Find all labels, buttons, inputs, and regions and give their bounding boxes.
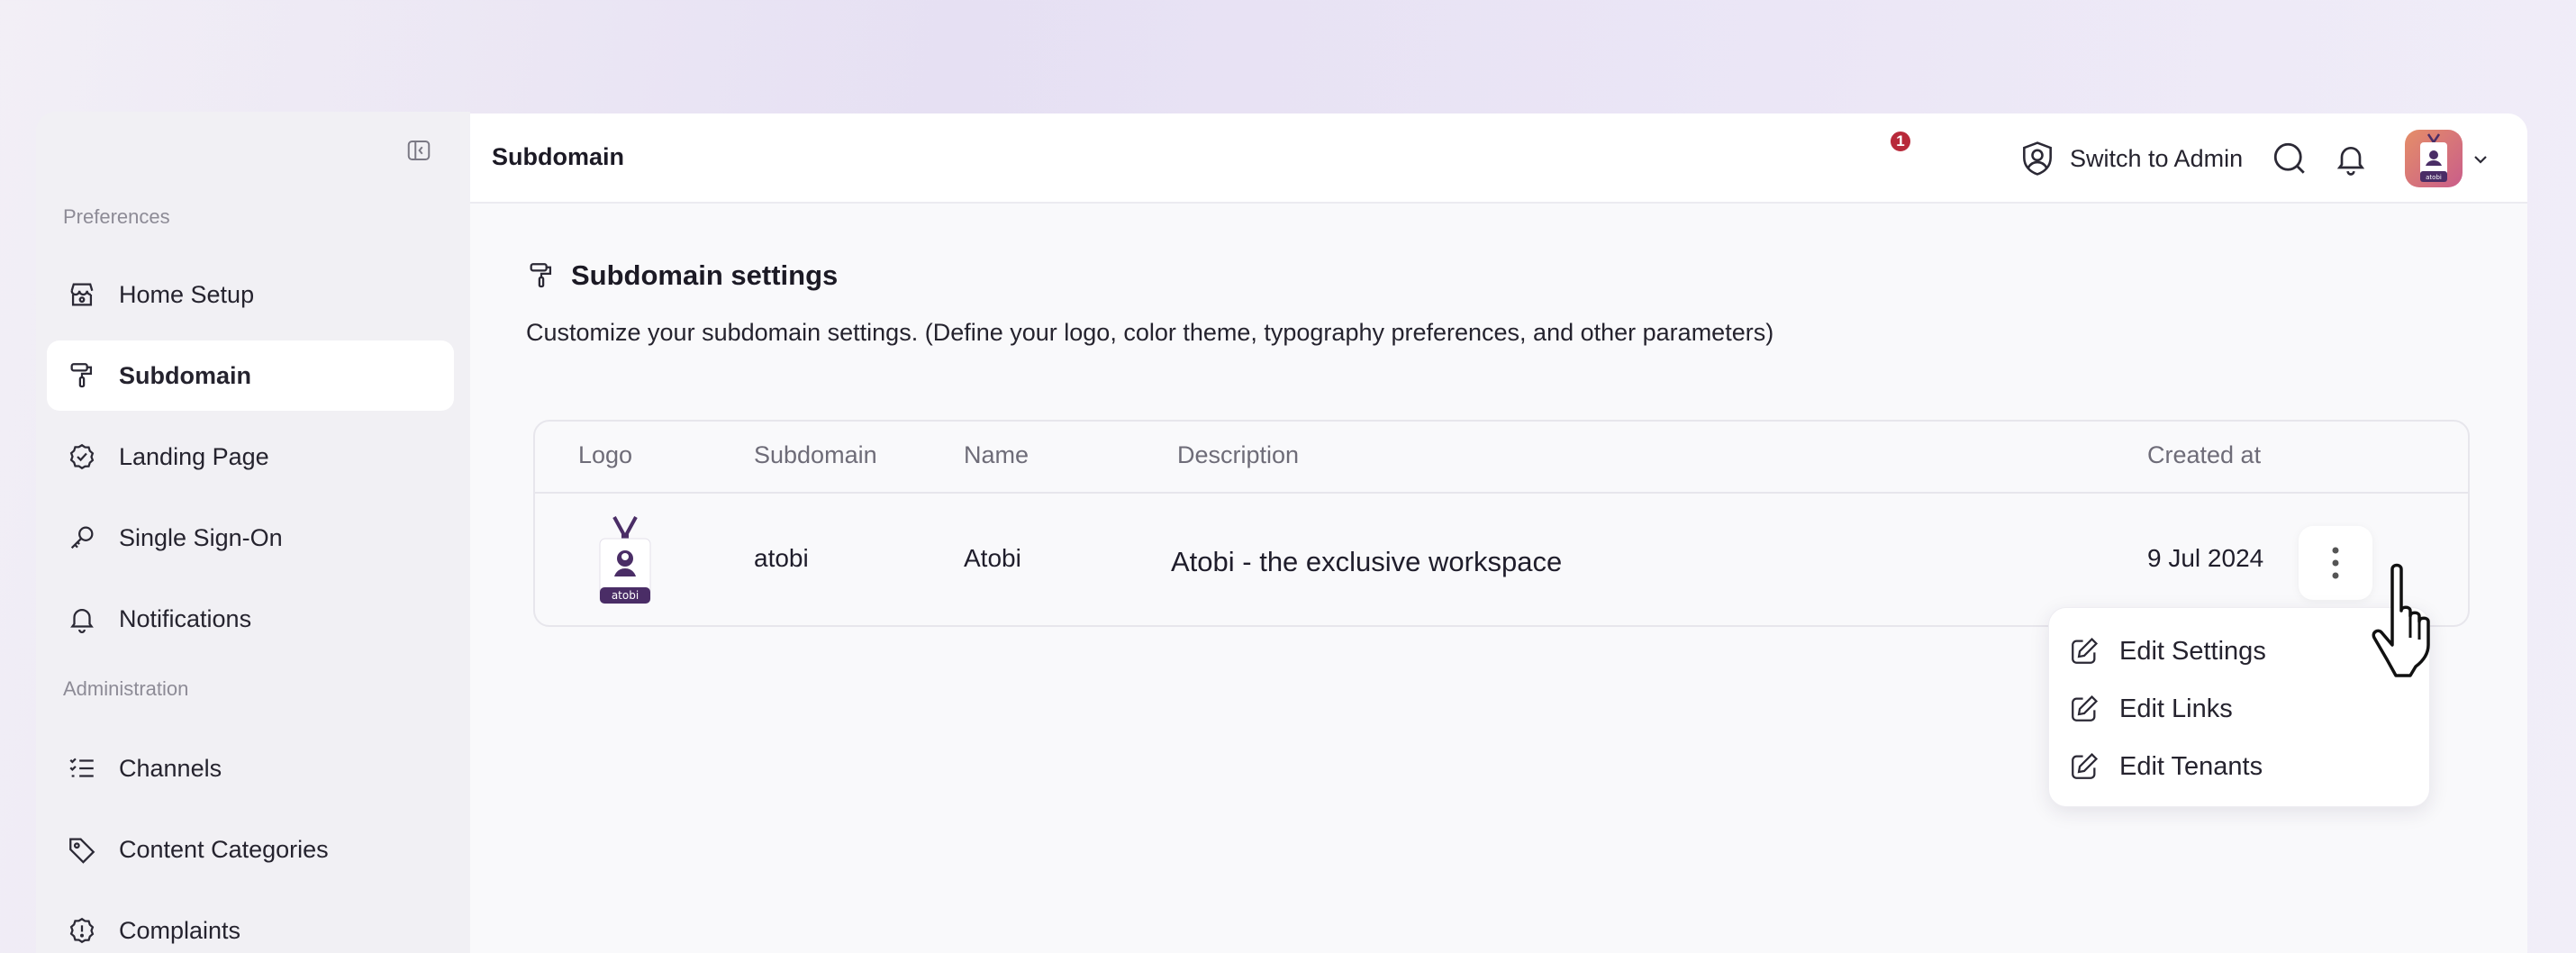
search-button[interactable] (2270, 139, 2309, 178)
page-title: Subdomain (492, 143, 624, 170)
svg-text:atobi: atobi (612, 589, 639, 602)
atobi-badge-logo: atobi (599, 516, 651, 604)
switch-to-admin-button[interactable]: Switch to Admin (2018, 137, 2243, 180)
edit-icon (2072, 694, 2099, 722)
menu-item-edit-links[interactable]: Edit Links (2069, 682, 2411, 736)
cell-name: Atobi (964, 544, 1021, 572)
sidebar-item-subdomain[interactable]: Subdomain (47, 340, 454, 411)
cell-description: Atobi - the exclusive workspace (1171, 546, 1563, 577)
svg-text:atobi: atobi (2426, 174, 2442, 181)
top-bar: Subdomain Switch to Admin (470, 113, 2527, 204)
sidebar-item-label: Home Setup (119, 280, 255, 308)
switch-to-admin-label: Switch to Admin (2070, 144, 2244, 172)
sidebar-item-label: Notifications (119, 604, 252, 632)
atobi-badge-logo: atobi (2420, 133, 2447, 182)
badge-check-icon (65, 440, 99, 474)
settings-title: Subdomain settings (571, 259, 839, 291)
cell-created-at: 9 Jul 2024 (2147, 544, 2264, 572)
settings-description: Customize your subdomain settings. (Defi… (526, 319, 1774, 346)
sidebar-item-label: Subdomain (119, 361, 251, 389)
subdomain-table: Logo Subdomain Name Description Created … (533, 420, 2470, 627)
column-header-description: Description (1177, 441, 1300, 468)
notification-count-badge: 1 (1889, 130, 1912, 153)
table-header-divider (535, 492, 2468, 494)
section-label-preferences: Preferences (63, 205, 170, 228)
row-actions-button[interactable] (2299, 526, 2372, 600)
storefront-icon (65, 277, 99, 312)
paint-roller-icon (530, 263, 552, 288)
sidebar-item-notifications[interactable]: Notifications (47, 584, 454, 654)
edit-icon (2072, 752, 2099, 779)
hand-pointer-cursor-icon (2372, 563, 2430, 677)
key-icon (65, 521, 99, 555)
notifications-button[interactable] (2331, 139, 2371, 178)
sidebar-item-landing-page[interactable]: Landing Page (47, 422, 454, 492)
sidebar-item-complaints[interactable]: Complaints (47, 895, 454, 953)
column-header-name: Name (964, 441, 1029, 468)
sidebar-item-label: Single Sign-On (119, 523, 283, 551)
cell-subdomain: atobi (754, 544, 809, 572)
checklist-icon (65, 751, 99, 785)
sidebar-item-channels[interactable]: Channels (47, 733, 454, 803)
user-circle-icon (2023, 141, 2052, 176)
sidebar-item-single-sign-on[interactable]: Single Sign-On (47, 503, 454, 573)
sidebar-item-label: Complaints (119, 916, 241, 944)
avatar[interactable]: atobi (2405, 130, 2463, 187)
sidebar-item-label: Channels (119, 754, 222, 782)
more-vertical-icon (2332, 547, 2339, 579)
menu-item-label: Edit Tenants (2119, 751, 2263, 781)
tag-icon (65, 832, 99, 867)
sidebar-collapse-button[interactable] (404, 135, 434, 166)
chevron-down-icon (2474, 156, 2487, 164)
sidebar-item-label: Landing Page (119, 442, 269, 470)
section-label-administration: Administration (63, 677, 189, 700)
settings-header: Subdomain settings (526, 259, 838, 292)
bell-icon (65, 602, 99, 636)
bell-icon (2336, 147, 2365, 176)
sidebar-item-home-setup[interactable]: Home Setup (47, 259, 454, 330)
menu-item-edit-tenants[interactable]: Edit Tenants (2069, 740, 2411, 794)
menu-item-label: Edit Links (2119, 694, 2233, 723)
sidebar-item-content-categories[interactable]: Content Categories (47, 814, 454, 885)
edit-icon (2072, 637, 2099, 664)
account-menu-chevron[interactable] (2470, 149, 2491, 170)
alert-badge-icon (65, 913, 99, 948)
menu-item-edit-settings[interactable]: Edit Settings (2069, 624, 2411, 678)
row-logo: atobi (596, 515, 654, 605)
paint-roller-icon (65, 359, 99, 393)
column-header-created-at: Created at (2147, 441, 2262, 468)
search-icon (2273, 142, 2305, 174)
column-header-logo: Logo (578, 441, 633, 468)
sidebar-item-label: Content Categories (119, 835, 329, 863)
column-header-subdomain: Subdomain (754, 441, 877, 468)
menu-item-label: Edit Settings (2119, 636, 2266, 666)
panel-collapse-icon (407, 141, 431, 160)
